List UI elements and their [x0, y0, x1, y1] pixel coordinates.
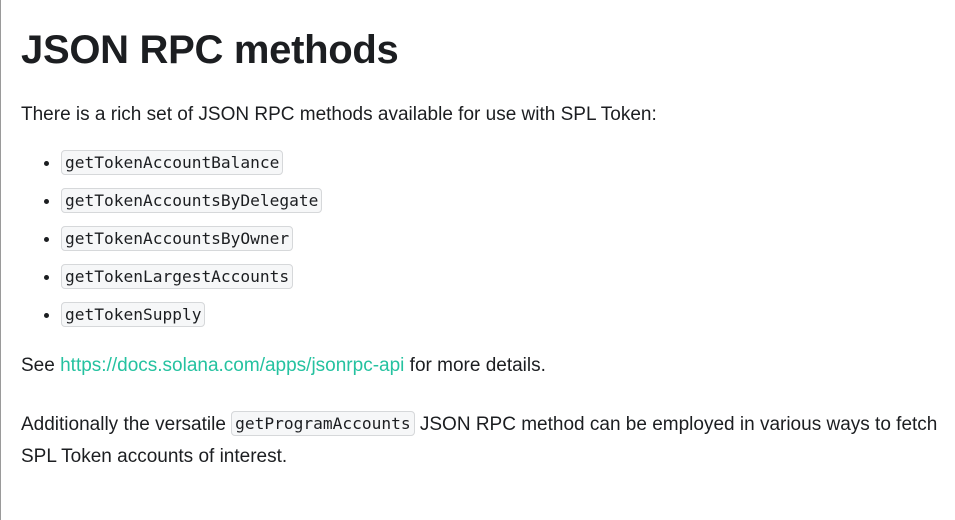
- list-item: getTokenAccountsByOwner: [61, 220, 946, 258]
- method-code: getTokenAccountBalance: [61, 150, 284, 175]
- method-code: getTokenAccountsByOwner: [61, 226, 294, 251]
- list-item: getTokenAccountBalance: [61, 144, 946, 182]
- see-prefix: See: [21, 355, 61, 376]
- methods-list: getTokenAccountBalance getTokenAccountsB…: [21, 144, 946, 334]
- page-left-border: [0, 0, 1, 520]
- method-code: getTokenAccountsByDelegate: [61, 188, 323, 213]
- see-paragraph: See https://docs.solana.com/apps/jsonrpc…: [21, 350, 946, 382]
- list-item: getTokenAccountsByDelegate: [61, 182, 946, 220]
- additional-prefix: Additionally the versatile: [21, 414, 232, 435]
- method-code: getTokenLargestAccounts: [61, 264, 294, 289]
- get-program-accounts-code: getProgramAccounts: [231, 411, 415, 436]
- list-item: getTokenSupply: [61, 296, 946, 334]
- see-suffix: for more details.: [404, 355, 546, 376]
- list-item: getTokenLargestAccounts: [61, 258, 946, 296]
- doc-content: JSON RPC methods There is a rich set of …: [21, 0, 946, 473]
- intro-paragraph: There is a rich set of JSON RPC methods …: [21, 104, 657, 125]
- jsonrpc-api-link[interactable]: https://docs.solana.com/apps/jsonrpc-api: [60, 355, 404, 376]
- additional-paragraph: Additionally the versatile getProgramAcc…: [21, 408, 946, 473]
- page-title: JSON RPC methods: [21, 28, 399, 72]
- method-code: getTokenSupply: [61, 302, 206, 327]
